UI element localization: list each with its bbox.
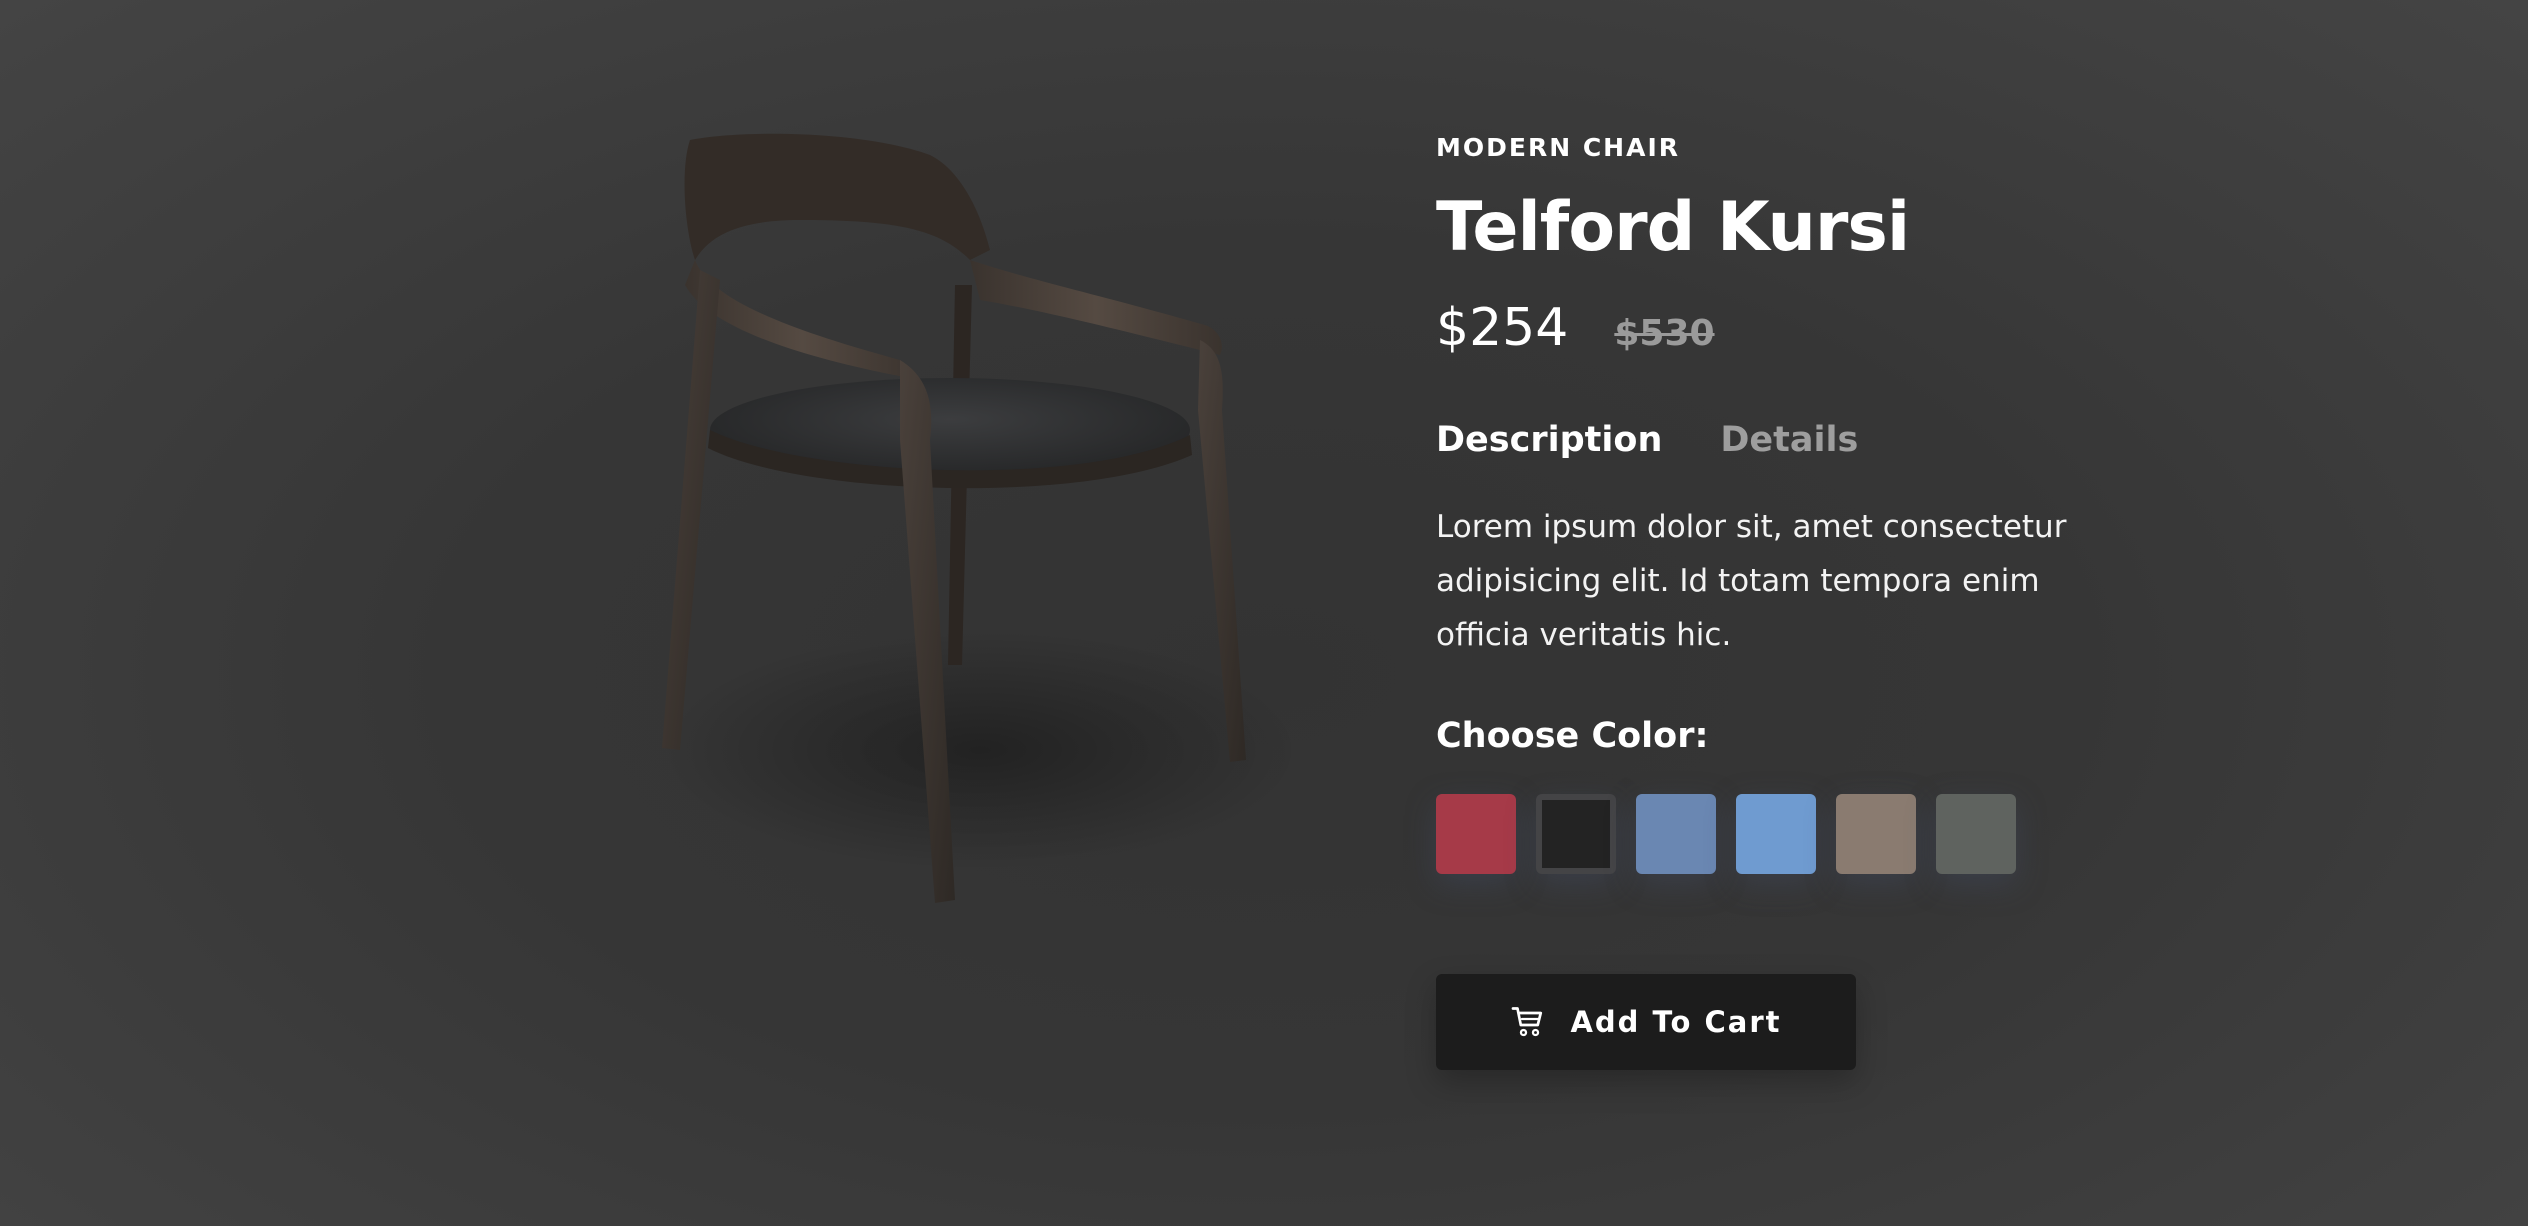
tab-description[interactable]: Description — [1436, 420, 1662, 460]
price-row: $254 $530 — [1436, 298, 2156, 358]
color-heading: Choose Color: — [1436, 716, 1709, 756]
add-to-cart-button[interactable]: Add To Cart — [1436, 974, 1856, 1070]
product-category: MODERN CHAIR — [1436, 133, 1681, 162]
color-swatch-light-blue[interactable] — [1736, 794, 1816, 874]
color-swatch-denim-blue[interactable] — [1636, 794, 1716, 874]
color-swatch-grey-green[interactable] — [1936, 794, 2016, 874]
info-tabs: Description Details — [1436, 416, 2156, 464]
color-swatch-black[interactable] — [1536, 794, 1616, 874]
add-to-cart-label: Add To Cart — [1570, 1005, 1782, 1039]
product-info: MODERN CHAIR Telford Kursi $254 $530 Des… — [1436, 130, 2156, 1070]
color-swatch-taupe[interactable] — [1836, 794, 1916, 874]
color-swatches — [1436, 794, 2156, 874]
tab-details[interactable]: Details — [1720, 420, 1858, 460]
product-image — [660, 133, 1300, 903]
product-title: Telford Kursi — [1436, 188, 1910, 267]
current-price: $254 — [1436, 298, 1569, 358]
color-swatch-red[interactable] — [1436, 794, 1516, 874]
cart-icon — [1512, 1007, 1543, 1037]
product-description: Lorem ipsum dolor sit, amet consectetur … — [1436, 509, 2067, 653]
original-price: $530 — [1614, 313, 1715, 354]
